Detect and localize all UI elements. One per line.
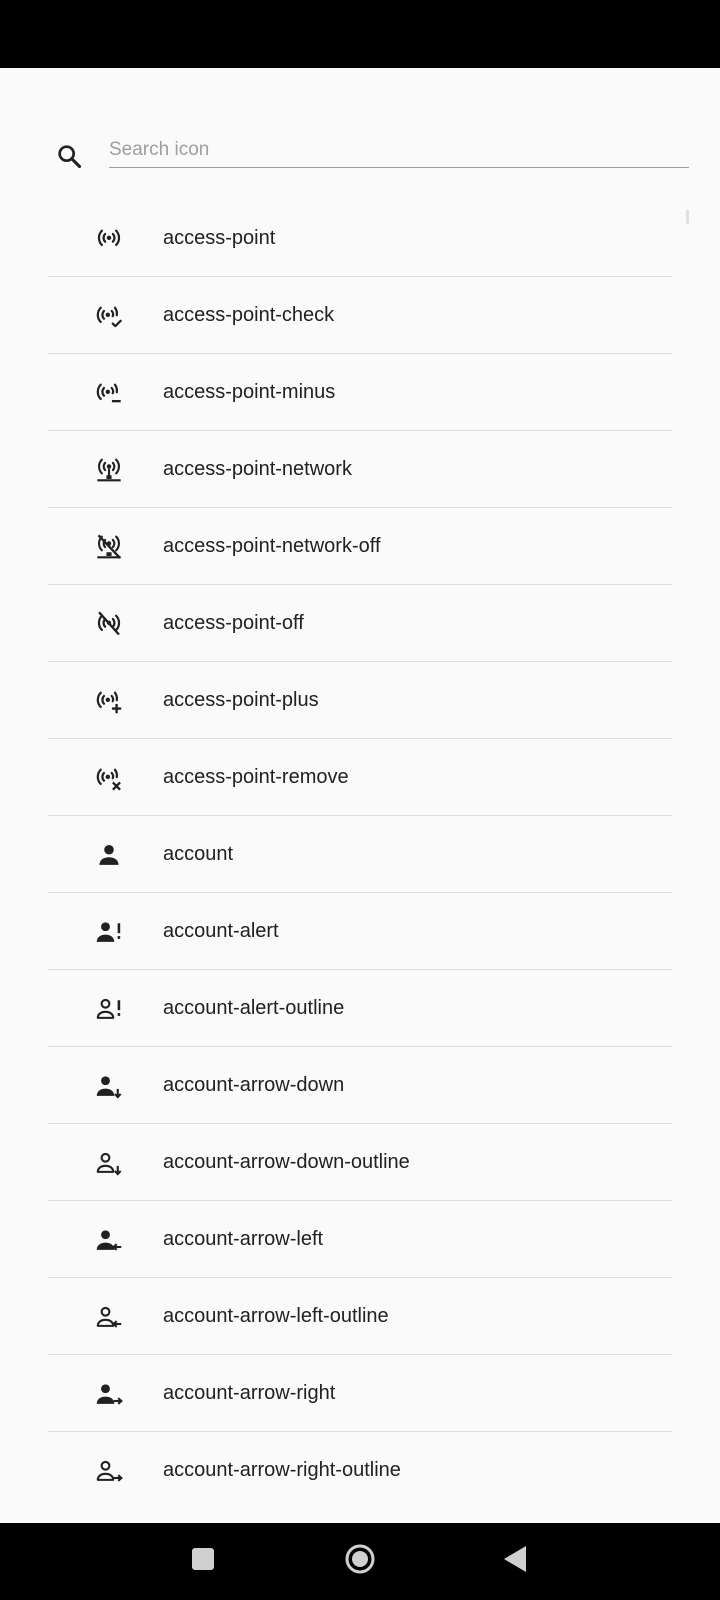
list-item-account-arrow-left[interactable]: account-arrow-left: [48, 1201, 672, 1278]
icon-name-label: account-arrow-down-outline: [163, 1151, 410, 1173]
icon-name-label: account: [163, 843, 234, 865]
home-circle-icon: [344, 1543, 376, 1580]
icon-name-label: account-arrow-left-outline: [163, 1305, 389, 1327]
list-item-account-arrow-down[interactable]: account-arrow-down: [48, 1047, 672, 1124]
icon-name-label: access-point-plus: [163, 689, 319, 711]
list-item-account-arrow-right[interactable]: account-arrow-right: [48, 1355, 672, 1432]
recents-button[interactable]: [183, 1541, 223, 1581]
home-button[interactable]: [340, 1541, 380, 1581]
list-item-access-point-network[interactable]: access-point-network: [48, 431, 672, 508]
recents-square-icon: [191, 1547, 215, 1576]
access-point-minus-icon: [95, 379, 123, 407]
access-point-network-off-icon: [95, 533, 123, 561]
back-triangle-icon: [502, 1545, 528, 1578]
search-bar: [0, 68, 720, 200]
account-arrow-left-outline-icon: [95, 1303, 123, 1331]
list-item-account[interactable]: account: [48, 816, 672, 893]
account-arrow-down-outline-icon: [95, 1149, 123, 1177]
status-bar: [0, 0, 720, 68]
search-icon: [55, 142, 83, 170]
icon-list: access-point access-point-check access-p…: [48, 200, 672, 1509]
list-item-account-alert-outline[interactable]: account-alert-outline: [48, 970, 672, 1047]
account-arrow-right-outline-icon: [95, 1457, 123, 1485]
icon-name-label: account-arrow-right-outline: [163, 1459, 401, 1481]
list-item-account-arrow-down-outline[interactable]: account-arrow-down-outline: [48, 1124, 672, 1201]
access-point-icon: [95, 225, 123, 253]
icon-name-label: account-arrow-left: [163, 1228, 324, 1250]
list-item-account-alert[interactable]: account-alert: [48, 893, 672, 970]
icon-name-label: access-point-network-off: [163, 535, 381, 557]
back-button[interactable]: [495, 1541, 535, 1581]
icon-name-label: access-point: [163, 227, 276, 249]
list-item-access-point-check[interactable]: access-point-check: [48, 277, 672, 354]
list-item-account-arrow-right-outline[interactable]: account-arrow-right-outline: [48, 1432, 672, 1509]
account-arrow-down-icon: [95, 1072, 123, 1100]
account-alert-icon: [95, 918, 123, 946]
list-item-access-point-minus[interactable]: access-point-minus: [48, 354, 672, 431]
access-point-network-icon: [95, 456, 123, 484]
list-item-account-arrow-left-outline[interactable]: account-arrow-left-outline: [48, 1278, 672, 1355]
access-point-check-icon: [95, 302, 123, 330]
access-point-plus-icon: [95, 687, 123, 715]
list-item-access-point[interactable]: access-point: [48, 200, 672, 277]
icon-name-label: access-point-network: [163, 458, 352, 480]
icon-name-label: account-arrow-right: [163, 1382, 336, 1404]
account-arrow-right-icon: [95, 1380, 123, 1408]
access-point-remove-icon: [95, 764, 123, 792]
access-point-off-icon: [95, 610, 123, 638]
account-icon: [95, 841, 123, 869]
list-item-access-point-network-off[interactable]: access-point-network-off: [48, 508, 672, 585]
list-item-access-point-off[interactable]: access-point-off: [48, 585, 672, 662]
list-item-access-point-plus[interactable]: access-point-plus: [48, 662, 672, 739]
search-input[interactable]: [109, 136, 689, 168]
icon-name-label: account-arrow-down: [163, 1074, 345, 1096]
icon-name-label: access-point-remove: [163, 766, 349, 788]
icon-name-label: account-alert-outline: [163, 997, 345, 1019]
navigation-bar: [0, 1523, 720, 1600]
icon-name-label: access-point-off: [163, 612, 304, 634]
scrollbar[interactable]: [686, 210, 689, 224]
icon-name-label: access-point-check: [163, 304, 335, 326]
account-alert-outline-icon: [95, 995, 123, 1023]
icon-name-label: access-point-minus: [163, 381, 336, 403]
account-arrow-left-icon: [95, 1226, 123, 1254]
list-item-access-point-remove[interactable]: access-point-remove: [48, 739, 672, 816]
icon-name-label: account-alert: [163, 920, 279, 942]
